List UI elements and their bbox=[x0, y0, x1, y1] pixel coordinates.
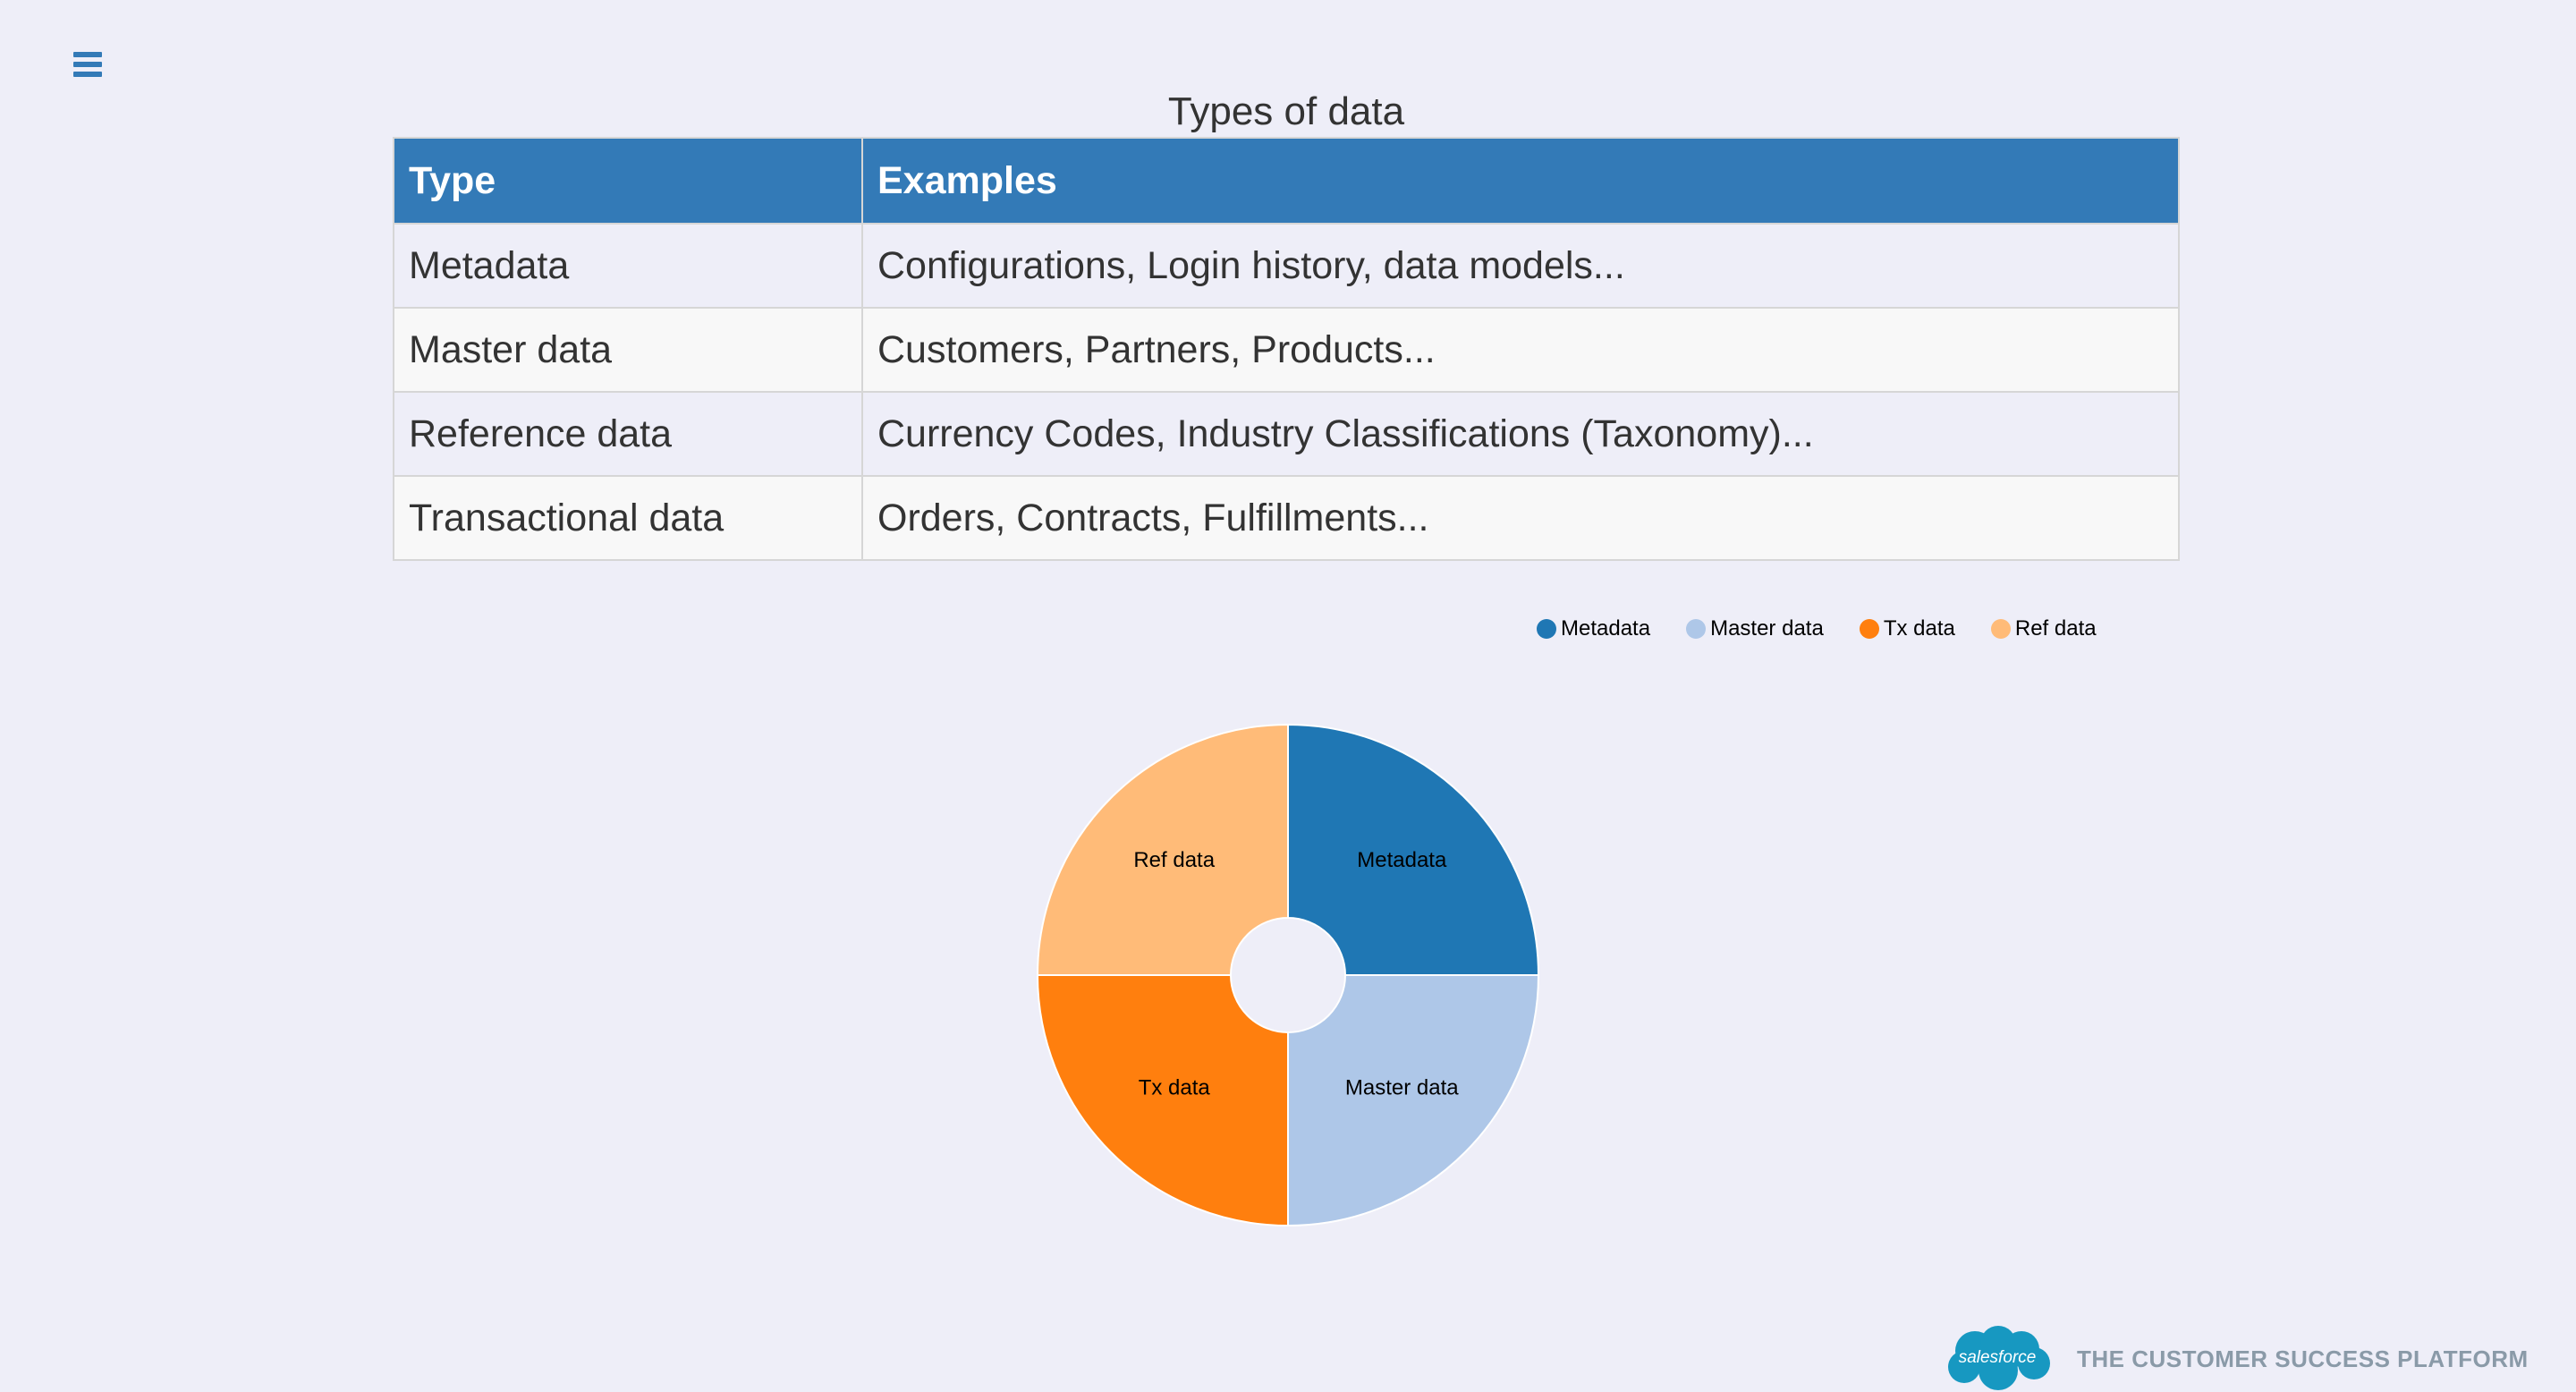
pie-slice-master-data[interactable] bbox=[1287, 974, 1540, 1227]
legend-dot bbox=[1537, 619, 1556, 639]
footer-tagline: THE CUSTOMER SUCCESS PLATFORM bbox=[2077, 1345, 2529, 1372]
menu-bar bbox=[73, 72, 102, 77]
header-examples: Examples bbox=[861, 137, 2180, 225]
legend-item-metadata[interactable]: Metadata bbox=[1537, 616, 1650, 641]
table-header-row: Type Examples bbox=[393, 137, 2180, 225]
table-row: Reference data Currency Codes, Industry … bbox=[393, 391, 2180, 477]
table-row: Master data Customers, Partners, Product… bbox=[393, 307, 2180, 393]
legend-label: Metadata bbox=[1561, 616, 1651, 641]
cell-examples: Orders, Contracts, Fulfillments... bbox=[861, 475, 2180, 561]
footer-brand: salesforce THE CUSTOMER SUCCESS PLATFORM bbox=[1939, 1320, 2529, 1392]
cell-type: Master data bbox=[393, 307, 863, 393]
legend-item-master-data[interactable]: Master data bbox=[1686, 616, 1824, 641]
legend-label: Tx data bbox=[1883, 616, 1955, 641]
logo-wordmark: salesforce bbox=[1959, 1348, 2037, 1367]
cell-type: Metadata bbox=[393, 223, 863, 309]
menu-bar bbox=[73, 62, 102, 67]
slice-label: Metadata bbox=[1357, 848, 1447, 872]
legend-item-ref-data[interactable]: Ref data bbox=[1990, 616, 2097, 641]
header-type: Type bbox=[393, 137, 863, 225]
types-table: Type Examples Metadata Configurations, L… bbox=[393, 137, 2180, 561]
salesforce-cloud-logo: salesforce bbox=[1948, 1326, 2050, 1390]
cell-examples: Configurations, Login history, data mode… bbox=[861, 223, 2180, 309]
donut-chart: Metadata Master data Tx data Ref data bbox=[1036, 723, 1540, 1227]
slice-label: Master data bbox=[1345, 1076, 1459, 1100]
legend-label: Master data bbox=[1710, 616, 1824, 641]
chart-legend: Metadata Master data Tx data Ref data bbox=[1537, 614, 2132, 644]
cell-examples: Customers, Partners, Products... bbox=[861, 307, 2180, 393]
legend-label: Ref data bbox=[2014, 616, 2097, 641]
pie-slice-tx-data[interactable] bbox=[1036, 974, 1289, 1227]
page-title: Types of data bbox=[1167, 89, 1405, 133]
legend-dot bbox=[1859, 619, 1879, 639]
table-row: Metadata Configurations, Login history, … bbox=[393, 223, 2180, 309]
legend-item-tx-data[interactable]: Tx data bbox=[1859, 616, 1955, 641]
table-row: Transactional data Orders, Contracts, Fu… bbox=[393, 475, 2180, 561]
cell-type: Reference data bbox=[393, 391, 863, 477]
legend-dot bbox=[1990, 619, 2011, 639]
cell-examples: Currency Codes, Industry Classifications… bbox=[861, 391, 2180, 477]
hamburger-menu-icon[interactable] bbox=[73, 52, 102, 81]
slice-label: Ref data bbox=[1133, 848, 1215, 872]
slice-label: Tx data bbox=[1139, 1076, 1211, 1100]
legend-dot bbox=[1686, 619, 1707, 639]
menu-bar bbox=[73, 52, 102, 57]
cell-type: Transactional data bbox=[393, 475, 863, 561]
